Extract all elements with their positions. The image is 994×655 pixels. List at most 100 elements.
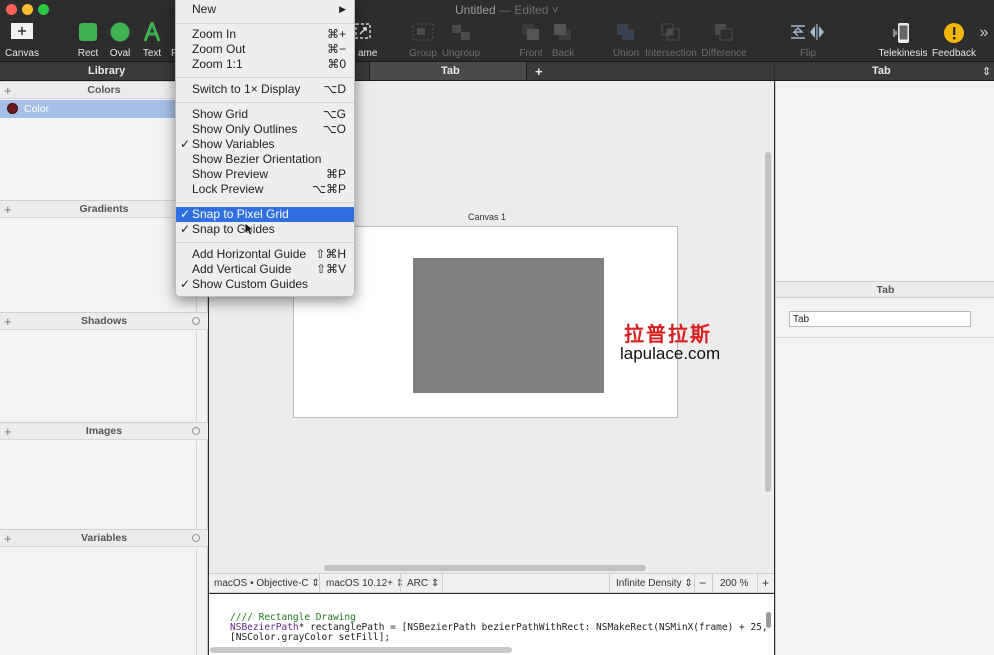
inspector-tab-stepper[interactable]: ⇕ bbox=[982, 65, 991, 78]
checkmark-icon: ✓ bbox=[180, 137, 191, 151]
canvas-tool-button[interactable]: Canvas bbox=[5, 22, 39, 59]
menu-item-label: Show Preview bbox=[192, 167, 269, 181]
code-line-fill: [NSColor.grayColor setFill]; bbox=[230, 632, 391, 643]
flip-button[interactable]: Flip bbox=[786, 22, 830, 59]
add-tab-button[interactable]: + bbox=[535, 64, 543, 79]
zoom-level[interactable]: 200 % bbox=[720, 578, 748, 589]
feedback-button[interactable]: Feedback bbox=[932, 22, 976, 59]
text-tool-button[interactable]: Text bbox=[140, 22, 164, 59]
close-window-button[interactable] bbox=[6, 4, 17, 15]
menu-item-label: Show Only Outlines bbox=[192, 122, 298, 136]
menu-item-shortcut: ⌘P bbox=[325, 167, 346, 181]
menu-item-shortcut: ⌥O bbox=[322, 122, 346, 136]
images-options-icon[interactable] bbox=[192, 427, 200, 435]
variables-options-icon[interactable] bbox=[192, 534, 200, 542]
menu-item-switch-display[interactable]: Switch to 1× Display ⌥D bbox=[176, 82, 354, 97]
send-back-icon bbox=[554, 24, 571, 40]
color-list-item[interactable]: Color bbox=[0, 100, 196, 118]
union-button[interactable]: Union bbox=[613, 22, 639, 59]
menu-item-bezier-orientation[interactable]: Show Bezier Orientation bbox=[176, 152, 354, 167]
back-button[interactable]: Back bbox=[550, 22, 576, 59]
frame-tool-button[interactable]: ame bbox=[352, 22, 377, 59]
tab-name-field[interactable] bbox=[789, 311, 971, 327]
document-tab-label: Tab bbox=[441, 65, 460, 77]
toolbar-overflow-button[interactable]: » bbox=[977, 24, 991, 42]
inspector-tab[interactable]: Tab ⇕ bbox=[775, 62, 994, 81]
menu-item-label: Show Grid bbox=[192, 107, 249, 121]
ungroup-button[interactable]: Ungroup bbox=[442, 22, 480, 59]
menu-item-label: Add Vertical Guide bbox=[192, 262, 292, 276]
menu-item-show-outlines[interactable]: Show Only Outlines ⌥O bbox=[176, 122, 354, 137]
shadows-section-title: Shadows bbox=[80, 315, 128, 327]
canvas-vertical-scrollbar[interactable] bbox=[765, 152, 771, 492]
watermark-url: lapulace.com bbox=[620, 344, 721, 363]
menu-item-add-horizontal-guide[interactable]: Add Horizontal Guide ⇧⌘H bbox=[176, 247, 354, 262]
group-button[interactable]: Group bbox=[409, 22, 437, 59]
menu-item-shortcut: ⌥D bbox=[323, 82, 347, 96]
difference-label: Difference bbox=[701, 48, 747, 59]
difference-button[interactable]: Difference bbox=[701, 22, 747, 59]
menu-separator bbox=[176, 77, 354, 78]
intersection-label: Intersection bbox=[645, 48, 697, 59]
menu-item-show-grid[interactable]: Show Grid ⌥G bbox=[176, 107, 354, 122]
code-vertical-scrollbar[interactable] bbox=[766, 612, 771, 628]
shadows-options-icon[interactable] bbox=[192, 317, 200, 325]
menu-item-new[interactable]: New ▶ bbox=[176, 2, 354, 17]
zoom-window-button[interactable] bbox=[38, 4, 49, 15]
zoom-out-button[interactable]: − bbox=[699, 576, 706, 590]
canvas-name-label[interactable]: Canvas 1 bbox=[468, 212, 506, 222]
bar-separator bbox=[694, 574, 695, 593]
rect-tool-button[interactable]: Rect bbox=[76, 22, 100, 59]
text-tool-label: Text bbox=[142, 48, 162, 59]
platform-select[interactable]: macOS • Objective-C ⇕ bbox=[214, 578, 320, 589]
images-section-header: + Images bbox=[0, 422, 208, 440]
oval-tool-button[interactable]: Oval bbox=[108, 22, 132, 59]
color-swatch bbox=[7, 103, 18, 114]
bar-separator bbox=[712, 574, 713, 593]
bar-separator bbox=[609, 574, 610, 593]
menu-item-show-custom-guides[interactable]: ✓ Show Custom Guides bbox=[176, 277, 354, 292]
menu-item-snap-pixel-grid[interactable]: ✓ Snap to Pixel Grid bbox=[176, 207, 354, 222]
variables-section-title: Variables bbox=[80, 532, 128, 544]
code-view[interactable]: //// Rectangle Drawing NSBezierPath* rec… bbox=[209, 594, 808, 655]
inspector-section-title: Tab bbox=[776, 281, 994, 298]
feedback-icon bbox=[944, 23, 964, 43]
inspector-divider bbox=[776, 337, 994, 338]
menu-item-zoom-out[interactable]: Zoom Out ⌘− bbox=[176, 42, 354, 57]
library-tab-label: Library bbox=[88, 65, 126, 77]
menu-separator bbox=[176, 102, 354, 103]
intersection-button[interactable]: Intersection bbox=[645, 22, 697, 59]
menu-item-zoom-in[interactable]: Zoom In ⌘+ bbox=[176, 27, 354, 42]
checkmark-icon: ✓ bbox=[180, 207, 191, 221]
rect-icon bbox=[79, 23, 97, 41]
images-section-title: Images bbox=[85, 425, 123, 437]
menu-item-zoom-1-1[interactable]: Zoom 1:1 ⌘0 bbox=[176, 57, 354, 72]
window-title-text: Untitled bbox=[455, 3, 496, 17]
menu-item-label: Add Horizontal Guide bbox=[192, 247, 307, 261]
menu-item-show-preview[interactable]: Show Preview ⌘P bbox=[176, 167, 354, 182]
rectangle-shape[interactable] bbox=[413, 258, 604, 393]
library-divider bbox=[196, 441, 197, 530]
menu-item-lock-preview[interactable]: Lock Preview ⌥⌘P bbox=[176, 182, 354, 197]
zoom-in-button[interactable]: + bbox=[762, 576, 769, 590]
bar-separator bbox=[319, 574, 320, 593]
menu-item-show-variables[interactable]: ✓ Show Variables bbox=[176, 137, 354, 152]
bar-separator bbox=[400, 574, 401, 593]
telekinesis-button[interactable]: Telekinesis bbox=[879, 22, 927, 59]
deployment-select[interactable]: macOS 10.12+ ⇕ bbox=[326, 578, 404, 589]
flip-label: Flip bbox=[799, 48, 817, 59]
menu-item-add-vertical-guide[interactable]: Add Vertical Guide ⇧⌘V bbox=[176, 262, 354, 277]
bring-front-icon bbox=[522, 24, 539, 40]
minimize-window-button[interactable] bbox=[22, 4, 33, 15]
canvas-horizontal-scrollbar[interactable] bbox=[324, 565, 646, 571]
rect-tool-label: Rect bbox=[77, 48, 99, 59]
memory-select[interactable]: ARC ⇕ bbox=[407, 578, 439, 589]
menu-item-snap-guides[interactable]: ✓ Snap to Guides bbox=[176, 222, 354, 237]
bar-separator bbox=[442, 574, 443, 593]
front-button[interactable]: Front bbox=[518, 22, 544, 59]
document-tab[interactable]: Tab bbox=[369, 62, 527, 80]
group-icon bbox=[412, 23, 434, 41]
code-horizontal-scrollbar[interactable] bbox=[210, 647, 512, 653]
density-select[interactable]: Infinite Density ⇕ bbox=[616, 578, 693, 589]
group-label: Group bbox=[409, 48, 437, 59]
